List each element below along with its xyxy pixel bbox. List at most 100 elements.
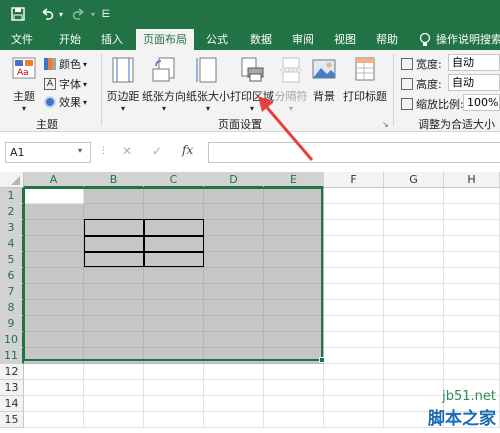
cell-c15[interactable] — [144, 412, 204, 428]
tab-data[interactable]: 数据 — [242, 29, 280, 50]
cell-h3[interactable] — [444, 220, 500, 236]
cell-h9[interactable] — [444, 316, 500, 332]
cell-c12[interactable] — [144, 364, 204, 380]
row-header-5[interactable]: 5 — [0, 252, 24, 268]
row-header-2[interactable]: 2 — [0, 204, 24, 220]
height-select[interactable]: 自动 — [448, 74, 500, 91]
cell-f14[interactable] — [324, 396, 384, 412]
cell-g2[interactable] — [384, 204, 444, 220]
cell-a15[interactable] — [24, 412, 84, 428]
cell-f2[interactable] — [324, 204, 384, 220]
cell-f15[interactable] — [324, 412, 384, 428]
tab-view[interactable]: 视图 — [326, 29, 364, 50]
save-icon[interactable] — [8, 5, 28, 23]
cell-e13[interactable] — [264, 380, 324, 396]
cell-g9[interactable] — [384, 316, 444, 332]
cell-e14[interactable] — [264, 396, 324, 412]
cell-f9[interactable] — [324, 316, 384, 332]
cell-g7[interactable] — [384, 284, 444, 300]
cell-h12[interactable] — [444, 364, 500, 380]
margins-button[interactable]: 页边距 ▾ — [104, 56, 142, 113]
cell-g4[interactable] — [384, 236, 444, 252]
tab-insert[interactable]: 插入 — [92, 29, 132, 50]
cell-b15[interactable] — [84, 412, 144, 428]
cell-d12[interactable] — [204, 364, 264, 380]
row-header-9[interactable]: 9 — [0, 316, 24, 332]
insert-function-icon[interactable]: fx — [182, 143, 193, 157]
cell-c14[interactable] — [144, 396, 204, 412]
width-select[interactable]: 自动 — [448, 54, 500, 71]
cell-b14[interactable] — [84, 396, 144, 412]
fonts-button[interactable]: A 字体 ▾ — [44, 76, 87, 92]
cell-f10[interactable] — [324, 332, 384, 348]
tab-help[interactable]: 帮助 — [368, 29, 406, 50]
name-box-dropdown-icon[interactable]: ▾ — [78, 146, 82, 155]
row-header-8[interactable]: 8 — [0, 300, 24, 316]
cell-f8[interactable] — [324, 300, 384, 316]
row-header-14[interactable]: 14 — [0, 396, 24, 412]
cell-a12[interactable] — [24, 364, 84, 380]
cell-f3[interactable] — [324, 220, 384, 236]
cell-h2[interactable] — [444, 204, 500, 220]
cell-b13[interactable] — [84, 380, 144, 396]
cancel-icon[interactable]: ✕ — [122, 144, 132, 158]
column-header-f[interactable]: F — [324, 172, 384, 188]
row-header-13[interactable]: 13 — [0, 380, 24, 396]
redo-dropdown-icon[interactable]: ▾ — [88, 5, 98, 23]
tab-file[interactable]: 文件 — [2, 29, 42, 50]
cell-f7[interactable] — [324, 284, 384, 300]
column-header-b[interactable]: B — [84, 172, 144, 188]
column-header-d[interactable]: D — [204, 172, 264, 188]
cell-f1[interactable] — [324, 188, 384, 204]
cell-d14[interactable] — [204, 396, 264, 412]
cell-g1[interactable] — [384, 188, 444, 204]
cell-g3[interactable] — [384, 220, 444, 236]
column-header-c[interactable]: C — [144, 172, 204, 188]
tell-me-search[interactable]: 操作说明搜索 — [436, 29, 500, 50]
colors-button[interactable]: 颜色 ▾ — [44, 56, 87, 72]
cell-h11[interactable] — [444, 348, 500, 364]
redo-icon[interactable] — [70, 5, 88, 23]
row-header-12[interactable]: 12 — [0, 364, 24, 380]
cell-g8[interactable] — [384, 300, 444, 316]
cell-d13[interactable] — [204, 380, 264, 396]
row-header-4[interactable]: 4 — [0, 236, 24, 252]
themes-button[interactable]: Aa 主题 ▾ — [6, 56, 42, 113]
row-header-15[interactable]: 15 — [0, 412, 24, 428]
cell-g10[interactable] — [384, 332, 444, 348]
undo-icon[interactable] — [38, 5, 56, 23]
cell-f5[interactable] — [324, 252, 384, 268]
orientation-button[interactable]: 纸张方向 ▾ — [142, 56, 186, 113]
undo-dropdown-icon[interactable]: ▾ — [56, 5, 66, 23]
cell-a13[interactable] — [24, 380, 84, 396]
row-header-3[interactable]: 3 — [0, 220, 24, 236]
cell-b12[interactable] — [84, 364, 144, 380]
tab-page-layout[interactable]: 页面布局 — [136, 29, 194, 50]
row-header-10[interactable]: 10 — [0, 332, 24, 348]
size-button[interactable]: 纸张大小 ▾ — [186, 56, 230, 113]
tab-formulas[interactable]: 公式 — [198, 29, 236, 50]
cell-e12[interactable] — [264, 364, 324, 380]
customize-qat-icon[interactable]: ⋿ — [100, 5, 112, 23]
cell-f6[interactable] — [324, 268, 384, 284]
enter-icon[interactable]: ✓ — [152, 144, 162, 158]
cell-h5[interactable] — [444, 252, 500, 268]
row-header-7[interactable]: 7 — [0, 284, 24, 300]
cell-f11[interactable] — [324, 348, 384, 364]
column-header-g[interactable]: G — [384, 172, 444, 188]
cell-e15[interactable] — [264, 412, 324, 428]
print-titles-button[interactable]: 打印标题 — [341, 56, 389, 104]
cell-h6[interactable] — [444, 268, 500, 284]
cell-h8[interactable] — [444, 300, 500, 316]
cell-c13[interactable] — [144, 380, 204, 396]
column-header-h[interactable]: H — [444, 172, 500, 188]
cell-d15[interactable] — [204, 412, 264, 428]
cell-h1[interactable] — [444, 188, 500, 204]
tab-home[interactable]: 开始 — [50, 29, 90, 50]
effects-button[interactable]: 效果 ▾ — [44, 94, 87, 110]
fill-handle[interactable] — [319, 357, 325, 363]
cell-h4[interactable] — [444, 236, 500, 252]
cell-h7[interactable] — [444, 284, 500, 300]
column-header-e[interactable]: E — [264, 172, 324, 188]
row-header-11[interactable]: 11 — [0, 348, 24, 364]
